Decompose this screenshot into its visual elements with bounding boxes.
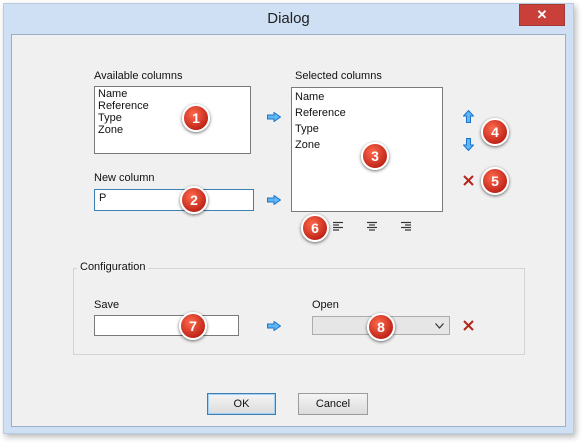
cancel-button[interactable]: Cancel [298, 393, 368, 415]
align-center-icon[interactable] [366, 221, 378, 232]
available-columns-list[interactable]: Name Reference Type Zone [94, 86, 251, 154]
align-left-icon[interactable] [332, 221, 344, 232]
chevron-down-icon [435, 323, 444, 329]
configuration-label: Configuration [77, 261, 149, 273]
delete-x-icon[interactable] [463, 320, 474, 331]
callout-badge: 5 [481, 167, 509, 195]
list-item[interactable]: Zone [95, 124, 250, 136]
list-item[interactable]: Name [292, 88, 442, 105]
list-item[interactable]: Reference [292, 105, 442, 121]
callout-badge: 2 [180, 186, 208, 214]
callout-badge: 8 [367, 313, 395, 341]
selected-columns-label: Selected columns [295, 70, 382, 82]
dialog-body: Available columns Name Reference Type Zo… [11, 34, 566, 427]
list-item[interactable]: Type [95, 112, 250, 124]
align-right-icon[interactable] [400, 221, 412, 232]
callout-badge: 3 [361, 142, 389, 170]
arrow-right-icon[interactable] [267, 321, 281, 331]
close-button[interactable]: ✕ [519, 4, 565, 26]
arrow-right-icon[interactable] [267, 195, 281, 205]
arrow-right-icon[interactable] [267, 112, 281, 122]
title-bar[interactable]: Dialog ✕ [4, 4, 573, 34]
available-columns-label: Available columns [94, 70, 183, 82]
open-label: Open [312, 299, 339, 311]
save-config-input[interactable] [94, 315, 239, 336]
list-item[interactable]: Reference [95, 100, 250, 112]
callout-badge: 1 [182, 104, 210, 132]
dialog-window: Dialog ✕ Available columns Name Referenc… [3, 3, 574, 434]
configuration-group [73, 268, 525, 355]
callout-badge: 6 [301, 214, 329, 242]
delete-x-icon[interactable] [463, 175, 474, 186]
callout-badge: 4 [481, 118, 509, 146]
dialog-title: Dialog [267, 10, 310, 27]
arrow-up-icon[interactable] [463, 110, 474, 123]
arrow-down-icon[interactable] [463, 138, 474, 151]
list-item[interactable]: Type [292, 121, 442, 137]
ok-button[interactable]: OK [207, 393, 276, 415]
list-item[interactable]: Name [95, 87, 250, 100]
new-column-label: New column [94, 172, 155, 184]
new-column-input[interactable]: P [94, 189, 254, 211]
callout-badge: 7 [179, 312, 207, 340]
save-label: Save [94, 299, 120, 311]
